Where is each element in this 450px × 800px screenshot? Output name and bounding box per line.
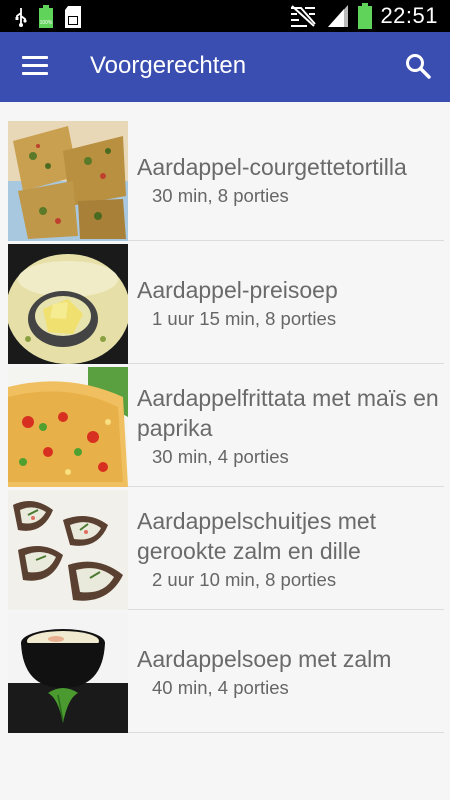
recipe-texts: Aardappel-preisoep 1 uur 15 min, 8 porti…: [137, 241, 444, 364]
battery-icon: [358, 3, 373, 29]
recipe-name: Aardappelfrittata met maïs en paprika: [137, 384, 439, 441]
recipe-meta: 40 min, 4 porties: [152, 676, 289, 698]
app-bar: Voorgerechten: [0, 32, 450, 102]
battery-percent-label: 100%: [40, 20, 53, 26]
mute-icon: [291, 5, 317, 27]
recipe-row[interactable]: Aardappel-preisoep 1 uur 15 min, 8 porti…: [0, 241, 450, 364]
recipe-row[interactable]: Aardappelsoep met zalm 40 min, 4 porties: [0, 610, 450, 733]
recipe-texts: Aardappelschuitjes met gerookte zalm en …: [137, 487, 444, 610]
recipe-thumbnail: [8, 613, 128, 733]
recipe-row[interactable]: Aardappelfrittata met maïs en paprika 30…: [0, 364, 450, 487]
recipe-name: Aardappel-courgettetortilla: [137, 153, 407, 180]
recipe-texts: Aardappelsoep met zalm 40 min, 4 porties: [137, 610, 444, 733]
recipe-thumbnail: [8, 121, 128, 241]
recipe-row[interactable]: Aardappel-courgettetortilla 30 min, 8 po…: [0, 118, 450, 241]
sd-card-icon: [65, 6, 81, 28]
divider: [128, 732, 444, 733]
signal-icon: [328, 5, 349, 27]
recipe-meta: 1 uur 15 min, 8 porties: [152, 307, 337, 329]
recipe-meta: 2 uur 10 min, 8 porties: [152, 568, 337, 590]
recipe-thumbnail: [8, 244, 128, 364]
page-title: Voorgerechten: [90, 52, 247, 79]
recipe-row[interactable]: Aardappelschuitjes met gerookte zalm en …: [0, 487, 450, 610]
status-bar: 100% 22:51: [0, 0, 450, 32]
recipe-texts: Aardappel-courgettetortilla 30 min, 8 po…: [137, 118, 444, 241]
recipe-list: Aardappel-courgettetortilla 30 min, 8 po…: [0, 118, 450, 733]
recipe-name: Aardappelsoep met zalm: [137, 645, 392, 672]
recipe-meta: 30 min, 4 porties: [152, 445, 289, 467]
clock-time: 22:51: [380, 3, 438, 28]
recipe-texts: Aardappelfrittata met maïs en paprika 30…: [137, 364, 444, 487]
recipe-name: Aardappel-preisoep: [137, 276, 338, 303]
recipe-name: Aardappelschuitjes met gerookte zalm en …: [137, 507, 377, 564]
recipe-thumbnail: [8, 367, 128, 487]
recipe-meta: 30 min, 8 porties: [152, 184, 289, 206]
menu-icon[interactable]: [22, 56, 48, 78]
recipe-thumbnail: [8, 490, 128, 610]
search-icon[interactable]: [404, 52, 432, 80]
battery-small-icon: 100%: [39, 5, 53, 28]
usb-icon: [15, 8, 27, 27]
